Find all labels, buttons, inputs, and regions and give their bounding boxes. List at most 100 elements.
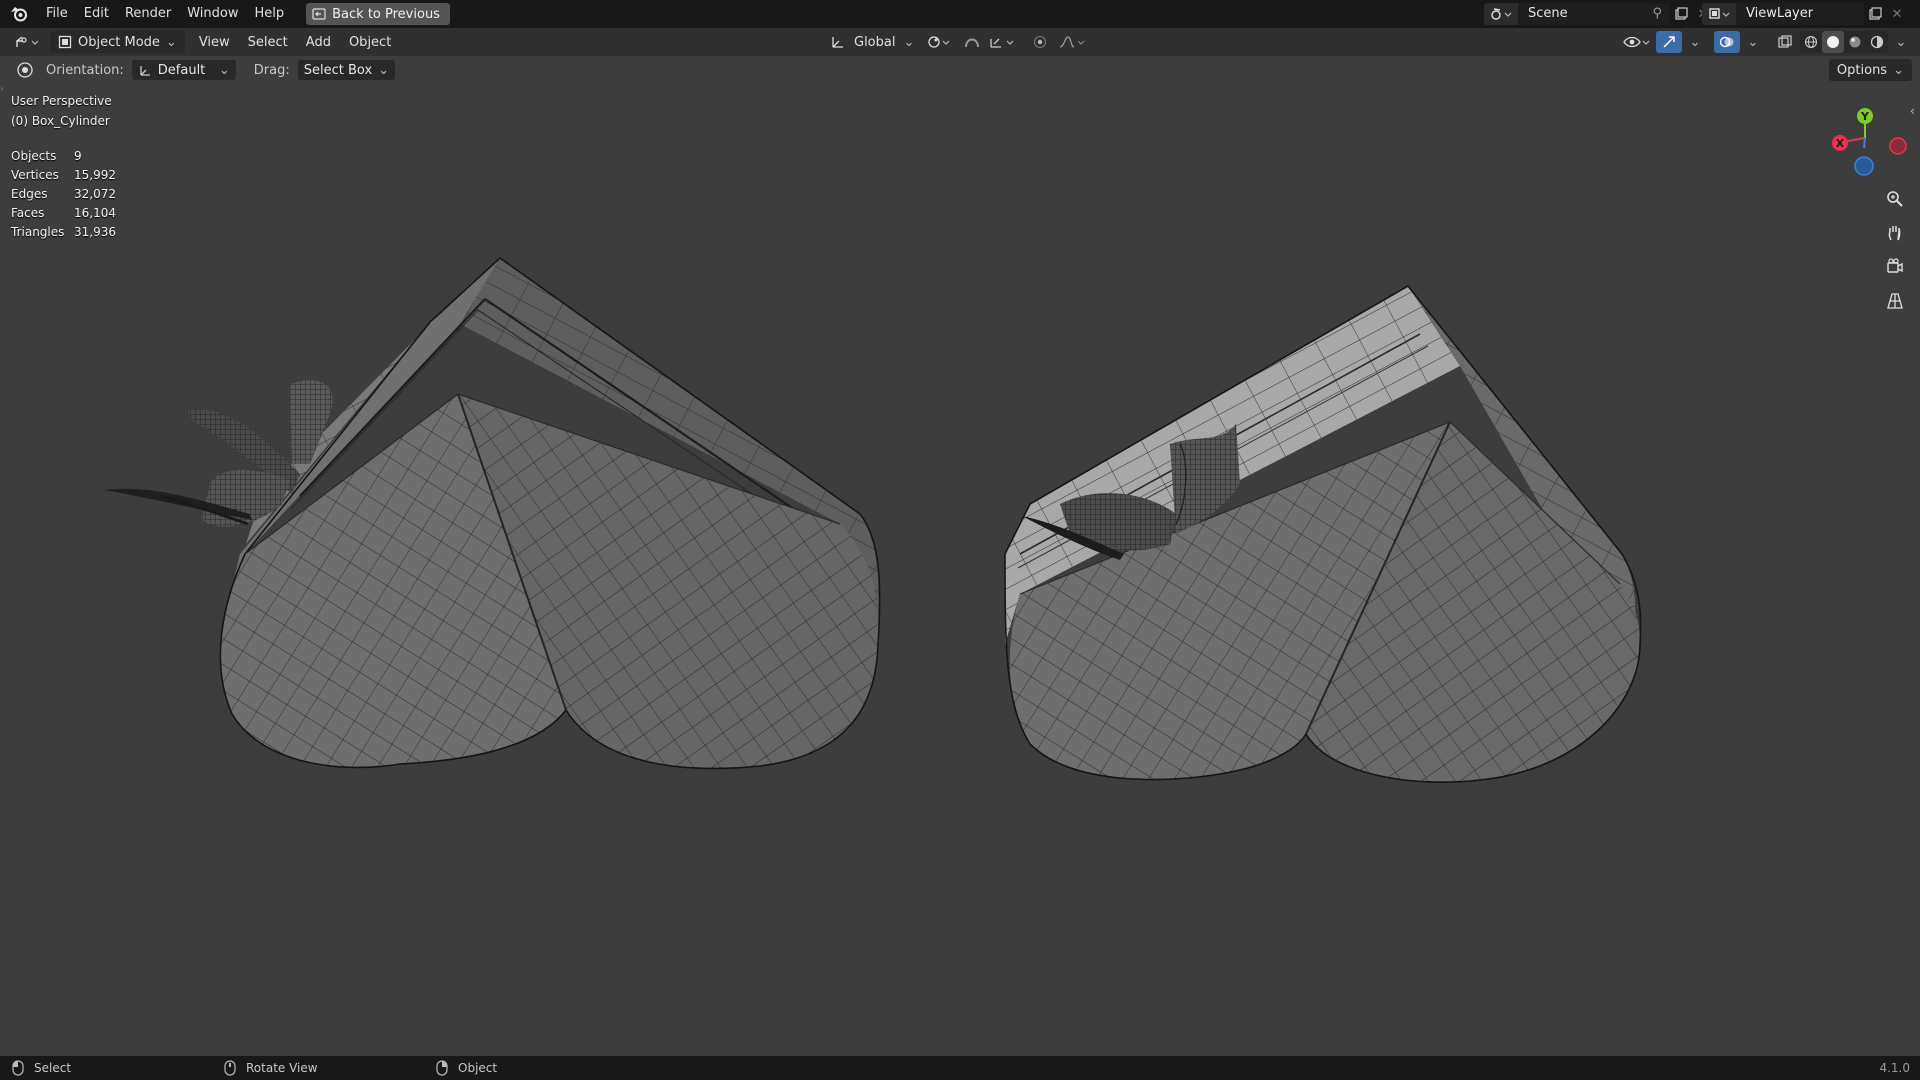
options-dropdown[interactable]: Options ⌄ [1828, 59, 1912, 81]
pan-hand-icon[interactable] [1880, 218, 1910, 248]
delete-view-layer-icon[interactable]: ✕ [1886, 3, 1908, 25]
proportional-edit-icon[interactable] [1028, 31, 1052, 53]
orientation-gizmo-icon [140, 66, 150, 76]
scene-selector: Scene ⚲ ✕ [1484, 3, 1714, 25]
orientation-value: Default [157, 62, 206, 78]
options-label: Options [1836, 62, 1888, 78]
drag-dropdown[interactable]: Select Box ⌄ [297, 60, 396, 80]
tool-settings-bar: Orientation: Default ⌄ Drag: Select Box … [0, 56, 1920, 84]
stat-row: Objects 9 [11, 146, 116, 165]
menu-file[interactable]: File [38, 0, 76, 28]
back-to-previous-label: Back to Previous [332, 6, 440, 22]
view-layer-selector: ViewLayer ✕ [1702, 3, 1908, 25]
view-layer-browse-button[interactable] [1702, 3, 1736, 25]
scene-icon [1491, 8, 1512, 20]
top-menu-bar: File Edit Render Window Help Back to Pre… [0, 0, 1920, 28]
menu-render[interactable]: Render [117, 0, 179, 28]
menu-window[interactable]: Window [179, 0, 246, 28]
shading-dropdown-icon[interactable]: ⌄ [1890, 31, 1912, 53]
orientation-dropdown[interactable]: Default ⌄ [131, 60, 236, 80]
new-scene-icon[interactable] [1670, 3, 1692, 25]
z-axis-handle[interactable] [1854, 156, 1874, 176]
back-to-previous-button[interactable]: Back to Previous [306, 3, 450, 25]
material-shading-icon[interactable] [1844, 31, 1866, 53]
chevron-down-icon: ⌄ [378, 62, 390, 78]
status-object-label: Object [458, 1061, 498, 1075]
new-view-layer-icon[interactable] [1864, 3, 1886, 25]
transform-controls: Global ⌄ [824, 31, 1090, 53]
transform-orientation-label: Global [854, 34, 896, 50]
gizmo-toggle-icon[interactable] [1656, 31, 1682, 53]
left-ribbon-bow[interactable] [104, 380, 333, 527]
view-layer-icon [1709, 8, 1730, 19]
drag-label: Drag: [253, 62, 290, 78]
stat-value: 15,992 [74, 167, 116, 182]
right-heart-box[interactable] [1004, 284, 1642, 783]
perspective-toggle-icon[interactable] [1880, 286, 1910, 316]
menu-edit[interactable]: Edit [76, 0, 117, 28]
transform-orientation-dropdown[interactable]: Global ⌄ [824, 31, 920, 53]
scene-name-field[interactable]: Scene ⚲ [1518, 3, 1670, 25]
y-axis-label: Y [1860, 110, 1870, 123]
scene-statistics: Objects 9 Vertices 15,992 Edges 32,072 Face… [11, 146, 116, 241]
header-menu-object[interactable]: Object [343, 31, 397, 53]
visibility-eye-icon[interactable] [1620, 31, 1654, 53]
solid-shading-icon[interactable] [1822, 31, 1844, 53]
negative-x-axis-handle[interactable] [1889, 137, 1907, 155]
navigation-gizmo[interactable]: Y X [1810, 104, 1920, 184]
blender-logo-icon[interactable] [8, 3, 30, 25]
wireframe-shading-icon[interactable] [1800, 31, 1822, 53]
overlays-dropdown-icon[interactable]: ⌄ [1742, 31, 1764, 53]
zoom-icon[interactable] [1880, 184, 1910, 214]
editor-type-button[interactable] [8, 31, 46, 53]
active-tool-icon[interactable] [14, 59, 36, 81]
stat-label: Faces [11, 205, 45, 220]
left-heart-box[interactable] [104, 256, 881, 770]
mode-selector[interactable]: Object Mode ⌄ [50, 31, 185, 53]
snap-target-icon[interactable] [988, 31, 1018, 53]
pivot-point-icon[interactable] [924, 31, 956, 53]
stat-label: Triangles [11, 224, 65, 239]
scene-render [104, 256, 1642, 783]
stat-label: Edges [11, 186, 48, 201]
stat-value: 32,072 [74, 186, 116, 201]
overlays-toggle-icon[interactable] [1714, 31, 1740, 53]
mouse-middle-click-icon [224, 1060, 236, 1076]
xray-toggle-icon[interactable] [1772, 31, 1798, 53]
header-menu-select[interactable]: Select [242, 31, 294, 53]
editor-type-icon [16, 36, 39, 47]
menu-help[interactable]: Help [247, 0, 293, 28]
mouse-right-click-icon [436, 1060, 448, 1076]
header-menu-add[interactable]: Add [300, 31, 337, 53]
orientation-axes-icon [832, 37, 843, 48]
toolbar-toggle-icon[interactable]: › [0, 84, 4, 95]
view-layer-name-field[interactable]: ViewLayer [1736, 3, 1864, 25]
status-bar: Select Rotate View Object 4.1.0 [0, 1056, 1920, 1080]
view-layer-name-text: ViewLayer [1746, 6, 1814, 21]
scene-name-text: Scene [1528, 6, 1568, 21]
pin-icon[interactable]: ⚲ [1652, 3, 1662, 25]
version-label: 4.1.0 [1879, 1061, 1910, 1075]
status-select-hint: Select [12, 1056, 71, 1080]
stat-value: 9 [74, 148, 82, 163]
scene-browse-button[interactable] [1484, 3, 1518, 25]
perspective-label: User Perspective [11, 94, 112, 108]
stat-label: Vertices [11, 167, 59, 182]
x-axis-label: X [1836, 137, 1845, 150]
object-mode-icon [58, 35, 72, 49]
sidebar-toggle-icon[interactable]: ‹ [1910, 104, 1915, 118]
stat-row: Faces 16,104 [11, 203, 116, 222]
mode-label: Object Mode [78, 34, 160, 50]
rendered-shading-icon[interactable] [1866, 31, 1888, 53]
camera-view-icon[interactable] [1880, 252, 1910, 282]
stat-value: 16,104 [74, 205, 116, 220]
gizmo-dropdown-icon[interactable]: ⌄ [1684, 31, 1706, 53]
proportional-falloff-icon[interactable] [1056, 31, 1090, 53]
header-menu-view[interactable]: View [193, 31, 236, 53]
stat-label: Objects [11, 148, 57, 163]
snap-toggle-icon[interactable] [960, 31, 984, 53]
status-rotate-label: Rotate View [246, 1061, 318, 1075]
chevron-down-icon: ⌄ [903, 34, 915, 50]
viewport-display-controls: ⌄ ⌄ ⌄ [1620, 31, 1912, 53]
3d-viewport[interactable]: User Perspective (0) Box_Cylinder Object… [0, 84, 1920, 1056]
